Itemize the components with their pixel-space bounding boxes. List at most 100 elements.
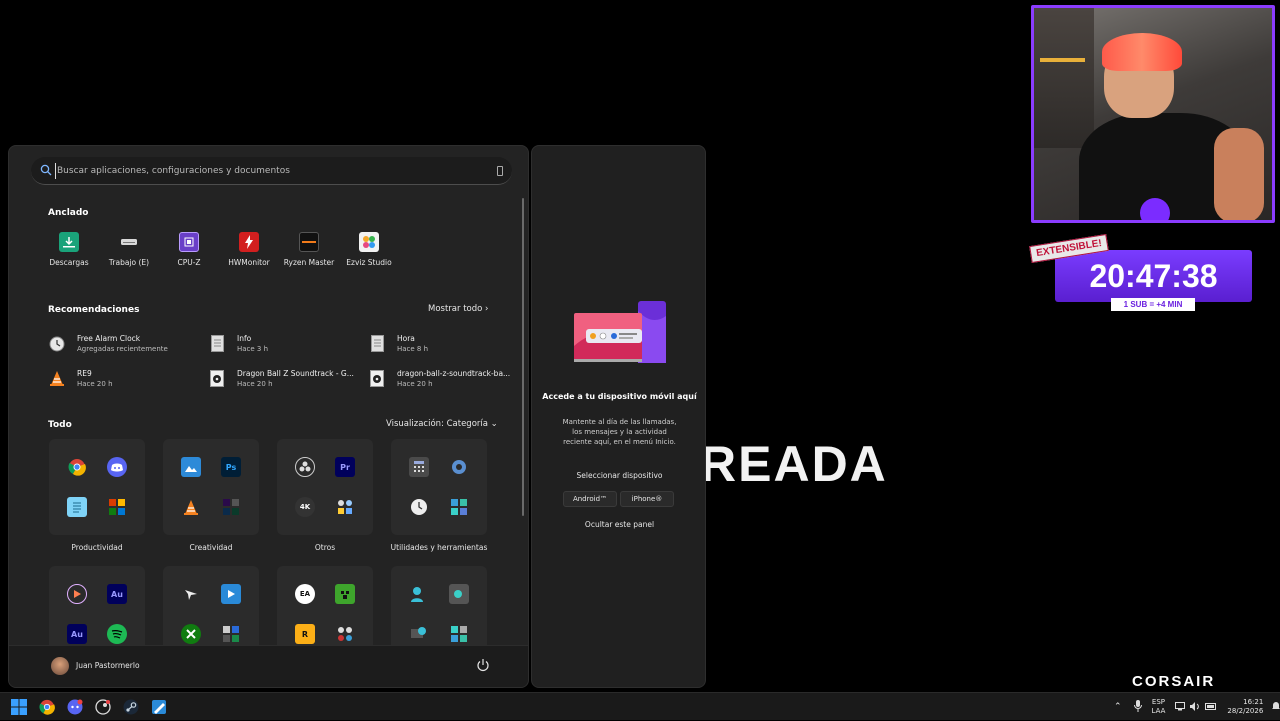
language-indicator[interactable]: ESP LAA <box>1152 698 1166 716</box>
misc-apps-icon <box>335 497 355 517</box>
select-device-link[interactable]: Seleccionar dispositivo <box>542 471 697 480</box>
power-icon[interactable] <box>476 658 490 672</box>
photos-icon <box>181 457 201 477</box>
keyboard-layout: LAA <box>1151 707 1166 715</box>
adobe-apps-icon <box>221 497 241 517</box>
start-footer: Juan Pastormerlo <box>9 645 528 687</box>
show-all-button[interactable]: Mostrar todo › <box>428 304 488 314</box>
steam-alt-icon[interactable] <box>94 698 112 716</box>
folder-label: Productividad <box>71 543 123 552</box>
clock-time: 16:21 <box>1243 698 1264 706</box>
recommendation-item[interactable]: Hora Hace 8 h <box>369 332 519 355</box>
view-mode-button[interactable]: Visualización: Categoría ⌄ <box>386 419 498 429</box>
search-icon <box>40 164 52 176</box>
recommendations-title: Recomendaciones <box>48 305 140 315</box>
recommendations-list: Free Alarm Clock Agregadas recientemente … <box>49 332 519 390</box>
folder-label: Utilidades y herramientas <box>390 543 488 552</box>
discord-icon[interactable] <box>66 698 84 716</box>
clock-date: 28/2/2026 <box>1227 707 1264 715</box>
phone-panel-title: Accede a tu dispositivo móvil aquí <box>542 392 697 401</box>
notepad-icon <box>67 497 87 517</box>
scrollbar[interactable] <box>522 198 524 516</box>
recommendation-name: dragon-ball-z-soundtrack-ba... <box>397 369 511 378</box>
remote-desktop-icon <box>449 584 469 604</box>
folder-creatividad[interactable]: Ps Creatividad <box>163 439 259 552</box>
network-tools-icon <box>449 497 469 517</box>
steam-icon[interactable] <box>122 698 140 716</box>
photos-pen-icon[interactable] <box>150 698 168 716</box>
iphone-button[interactable]: iPhone® <box>620 491 674 507</box>
recommendation-item[interactable]: dragon-ball-z-soundtrack-ba... Hace 20 h <box>369 367 519 390</box>
all-apps-title: Todo <box>48 420 72 430</box>
chevron-up-icon[interactable]: ⌃ <box>1114 702 1122 712</box>
language-code: ESP <box>1151 698 1166 706</box>
clock[interactable]: 16:21 28/2/2026 <box>1227 698 1263 716</box>
ryzen-master-icon <box>299 232 319 252</box>
hide-panel-link[interactable]: Ocultar este panel <box>542 520 697 529</box>
recommendation-item[interactable]: RE9 Hace 20 h <box>49 367 209 390</box>
recommendation-item[interactable]: Free Alarm Clock Agregadas recientemente <box>49 332 209 355</box>
pinned-apps: Descargas Trabajo (E) CPU-Z HWMonitor Ry… <box>39 232 399 267</box>
folder-otros[interactable]: Pr 4K Otros <box>277 439 373 552</box>
office-apps-icon <box>107 497 127 517</box>
volume-icon[interactable] <box>1190 701 1200 713</box>
avatar[interactable] <box>51 657 69 675</box>
people-icon <box>409 584 429 604</box>
xbox-icon <box>181 624 201 644</box>
notifications-icon[interactable] <box>1271 701 1280 713</box>
battery-icon[interactable] <box>1205 702 1217 712</box>
pinned-item-cpuz[interactable]: CPU-Z <box>159 232 219 267</box>
chrome-icon[interactable] <box>38 698 56 716</box>
pinned-item-ezviz-studio[interactable]: Ezviz Studio <box>339 232 399 267</box>
phone-link-icon[interactable] <box>497 166 503 176</box>
document-icon <box>209 335 225 353</box>
microphone-icon[interactable] <box>1133 700 1142 714</box>
chevron-down-icon: ⌄ <box>490 419 498 429</box>
webcam-background-shelf <box>1034 8 1094 148</box>
folder-productividad[interactable]: Productividad <box>49 439 145 552</box>
recommendation-subtitle: Hace 20 h <box>237 380 273 388</box>
recommendation-name: Info <box>237 334 252 343</box>
pinned-item-hwmonitor[interactable]: HWMonitor <box>219 232 279 267</box>
search-input[interactable] <box>55 163 475 179</box>
pinned-item-trabajo[interactable]: Trabajo (E) <box>99 232 159 267</box>
recommendation-item[interactable]: Info Hace 3 h <box>209 332 369 355</box>
chrome-icon <box>67 457 87 477</box>
pinned-item-label: Ezviz Studio <box>346 258 392 267</box>
recommendation-subtitle: Hace 20 h <box>77 380 113 388</box>
recommendation-item[interactable]: Dragon Ball Z Soundtrack - G... Hace 20 h <box>209 367 369 390</box>
game-bird-icon <box>181 584 201 604</box>
ezviz-studio-icon <box>359 232 379 252</box>
network-icon[interactable] <box>1175 701 1186 713</box>
ea-icon: EA <box>295 584 315 604</box>
background-title-text: READA <box>700 436 888 492</box>
sponsor-logo: CORSAIR <box>1132 673 1216 690</box>
recommendation-name: RE9 <box>77 369 92 378</box>
subathon-timer: 20:47:38 <box>1055 250 1252 302</box>
pinned-item-downloads[interactable]: Descargas <box>39 232 99 267</box>
webcam-person-arm <box>1214 128 1264 220</box>
webcam-person-hair <box>1102 33 1182 71</box>
minecraft-icon <box>335 584 355 604</box>
show-all-label: Mostrar todo <box>428 304 483 314</box>
4k-video-icon: 4K <box>295 497 315 517</box>
drive-icon <box>119 232 139 252</box>
clock-icon <box>409 497 429 517</box>
user-name[interactable]: Juan Pastormerlo <box>76 661 140 670</box>
search-box[interactable] <box>31 157 512 185</box>
rockstar-icon: R <box>295 624 315 644</box>
gaming-tools-icon <box>335 624 355 644</box>
media-player-icon <box>67 584 87 604</box>
vlc-icon <box>49 370 65 388</box>
folder-label: Otros <box>314 543 336 552</box>
folder-utilidades[interactable]: Utilidades y herramientas <box>391 439 487 552</box>
pinned-item-ryzen-master[interactable]: Ryzen Master <box>279 232 339 267</box>
chevron-right-icon: › <box>485 304 489 314</box>
webcam-light <box>1040 58 1085 62</box>
settings-icon <box>449 457 469 477</box>
windows-start-icon[interactable] <box>10 698 28 716</box>
pinned-item-label: Trabajo (E) <box>108 258 150 267</box>
pinned-title: Anclado <box>48 208 89 218</box>
android-button[interactable]: Android™ <box>563 491 617 507</box>
cpuz-icon <box>179 232 199 252</box>
